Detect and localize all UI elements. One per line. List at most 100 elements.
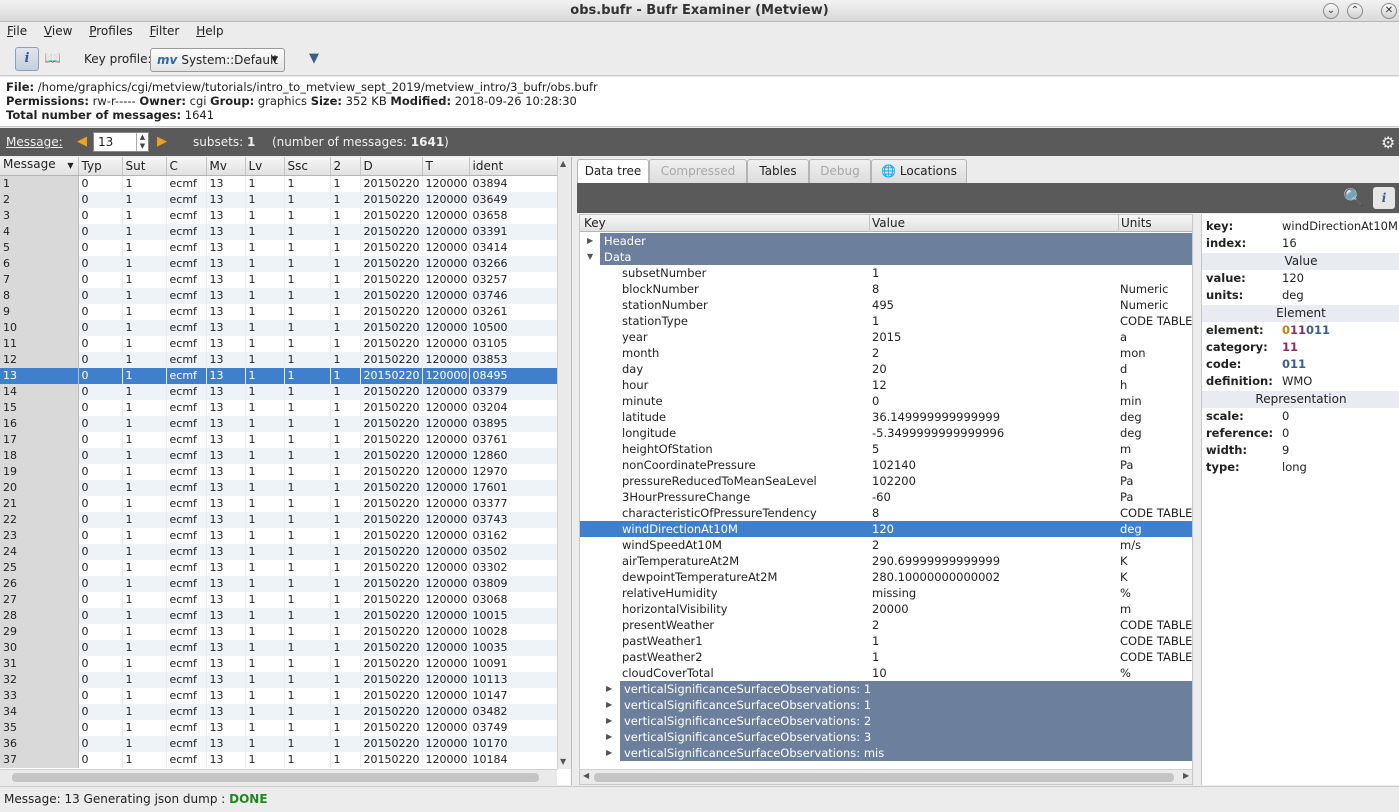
tree-hscrollbar[interactable]: ◀ ▶	[580, 769, 1192, 784]
msg-col-header[interactable]: ident	[469, 157, 558, 176]
close-button[interactable]: ✕	[1381, 3, 1397, 19]
msg-col-header[interactable]: Lv	[245, 157, 285, 176]
collapse-icon[interactable]: ▼	[580, 249, 600, 265]
table-row[interactable]: 4 0 1 ecmf 13 1 1 1 20150220 120000 03391	[0, 223, 558, 240]
tree-row[interactable]: stationType 1 CODE TABLE	[580, 313, 1192, 329]
tree-group-data[interactable]: ▼ Data	[580, 249, 1192, 265]
tree-row[interactable]: pressureReducedToMeanSeaLevel 102200 Pa	[580, 473, 1192, 489]
table-row[interactable]: 33 0 1 ecmf 13 1 1 1 20150220 120000 10147	[0, 687, 558, 704]
next-message-icon[interactable]: ▶	[157, 134, 167, 149]
msg-col-header[interactable]: Mv	[206, 157, 246, 176]
tree-row[interactable]: longitude -5.3499999999999996 deg	[580, 425, 1192, 441]
table-row[interactable]: 31 0 1 ecmf 13 1 1 1 20150220 120000 10091	[0, 655, 558, 672]
expand-icon[interactable]: ▶	[606, 681, 612, 697]
tree-row[interactable]: year 2015 a	[580, 329, 1192, 345]
tab-compressed[interactable]: Compressed	[649, 159, 747, 183]
scroll-right-icon[interactable]: ▶	[1183, 771, 1189, 780]
table-row[interactable]: 11 0 1 ecmf 13 1 1 1 20150220 120000 03105	[0, 335, 558, 352]
table-row[interactable]: 2 0 1 ecmf 13 1 1 1 20150220 120000 03649	[0, 191, 558, 208]
msg-col-header[interactable]: Typ	[78, 157, 123, 176]
table-row[interactable]: 15 0 1 ecmf 13 1 1 1 20150220 120000 03204	[0, 399, 558, 416]
tree-subgroup[interactable]: ▶ verticalSignificanceSurfaceObservations…	[580, 729, 1192, 745]
table-row[interactable]: 24 0 1 ecmf 13 1 1 1 20150220 120000 03502	[0, 543, 558, 560]
table-row[interactable]: 6 0 1 ecmf 13 1 1 1 20150220 120000 03266	[0, 255, 558, 272]
prev-message-icon[interactable]: ◀	[77, 134, 87, 149]
tree-row[interactable]: characteristicOfPressureTendency 8 CODE TA…	[580, 505, 1192, 521]
tree-row[interactable]: windSpeedAt10M 2 m/s	[580, 537, 1192, 553]
table-row[interactable]: 22 0 1 ecmf 13 1 1 1 20150220 120000 03743	[0, 511, 558, 528]
tree-row[interactable]: dewpointTemperatureAt2M 280.1000000000000…	[580, 569, 1192, 585]
table-row[interactable]: 19 0 1 ecmf 13 1 1 1 20150220 120000 12970	[0, 463, 558, 480]
menu-file[interactable]: File	[0, 22, 33, 38]
expand-icon[interactable]: ▶	[606, 713, 612, 729]
menu-view[interactable]: View	[37, 22, 78, 38]
tree-row[interactable]: minute 0 min	[580, 393, 1192, 409]
tab-debug[interactable]: Debug	[809, 159, 871, 183]
msg-col-header[interactable]: 2	[330, 157, 361, 176]
tree-subgroup[interactable]: ▶ verticalSignificanceSurfaceObservations…	[580, 697, 1192, 713]
tab-tables[interactable]: Tables	[747, 159, 809, 183]
table-row[interactable]: 28 0 1 ecmf 13 1 1 1 20150220 120000 10015	[0, 607, 558, 624]
expand-icon[interactable]: ▶	[580, 233, 600, 249]
tree-row[interactable]: relativeHumidity missing%	[580, 585, 1192, 601]
table-row[interactable]: 35 0 1 ecmf 13 1 1 1 20150220 120000 03749	[0, 719, 558, 736]
table-row[interactable]: 3 0 1 ecmf 13 1 1 1 20150220 120000 03658	[0, 207, 558, 224]
docs-button[interactable]: 📖	[41, 47, 65, 71]
msg-col-header[interactable]: D	[360, 157, 423, 176]
tree-subgroup[interactable]: ▶ verticalSignificanceSurfaceObservations…	[580, 713, 1192, 729]
tree-row[interactable]: horizontalVisibility 20000 m	[580, 601, 1192, 617]
scroll-left-icon[interactable]: ◀	[583, 771, 589, 780]
expand-icon[interactable]: ▶	[606, 697, 612, 713]
search-icon[interactable]: 🔍	[1343, 188, 1364, 208]
table-row[interactable]: 34 0 1 ecmf 13 1 1 1 20150220 120000 03482	[0, 703, 558, 720]
hscroll-thumb[interactable]	[12, 773, 539, 782]
table-row[interactable]: 9 0 1 ecmf 13 1 1 1 20150220 120000 03261	[0, 303, 558, 320]
table-row[interactable]: 7 0 1 ecmf 13 1 1 1 20150220 120000 03257	[0, 271, 558, 288]
scroll-up-icon[interactable]: ▲	[560, 159, 566, 168]
col-value[interactable]: Value	[872, 216, 905, 230]
msg-col-header[interactable]: T	[422, 157, 470, 176]
table-row[interactable]: 30 0 1 ecmf 13 1 1 1 20150220 120000 10035	[0, 639, 558, 656]
tree-row[interactable]: pastWeather1 1 CODE TABLE	[580, 633, 1192, 649]
tree-hscroll-thumb[interactable]	[594, 773, 1174, 782]
scroll-down-icon[interactable]: ▼	[560, 757, 566, 766]
table-row[interactable]: 18 0 1 ecmf 13 1 1 1 20150220 120000 12860	[0, 447, 558, 464]
message-spinbox[interactable]: 13 ▲ ▼	[93, 132, 149, 152]
tree-row[interactable]: latitude 36.149999999999999 deg	[580, 409, 1192, 425]
msg-col-header[interactable]: Sut	[122, 157, 167, 176]
table-row[interactable]: 14 0 1 ecmf 13 1 1 1 20150220 120000 03379	[0, 383, 558, 400]
table-row[interactable]: 27 0 1 ecmf 13 1 1 1 20150220 120000 03068	[0, 591, 558, 608]
table-row[interactable]: 17 0 1 ecmf 13 1 1 1 20150220 120000 03761	[0, 431, 558, 448]
minimize-button[interactable]: ⌄	[1323, 3, 1339, 19]
expand-icon[interactable]: ▶	[606, 729, 612, 745]
table-row[interactable]: 25 0 1 ecmf 13 1 1 1 20150220 120000 03302	[0, 559, 558, 576]
filter-button[interactable]: ▼	[302, 47, 326, 71]
message-table-vscrollbar[interactable]: ▲ ▼	[557, 157, 571, 769]
table-row[interactable]: 36 0 1 ecmf 13 1 1 1 20150220 120000 10170	[0, 735, 558, 752]
table-row[interactable]: 10 0 1 ecmf 13 1 1 1 20150220 120000 10500	[0, 319, 558, 336]
tree-row[interactable]: cloudCoverTotal 10%	[580, 665, 1192, 681]
menu-filter[interactable]: Filter	[143, 22, 186, 38]
tree-subgroup[interactable]: ▶ verticalSignificanceSurfaceObservations…	[580, 681, 1192, 697]
table-row[interactable]: 21 0 1 ecmf 13 1 1 1 20150220 120000 03377	[0, 495, 558, 512]
tree-row[interactable]: presentWeather 2 CODE TABLE	[580, 617, 1192, 633]
table-row[interactable]: 32 0 1 ecmf 13 1 1 1 20150220 120000 10113	[0, 671, 558, 688]
tree-row[interactable]: stationNumber 495 Numeric	[580, 297, 1192, 313]
tree-group-header[interactable]: ▶ Header	[580, 233, 1192, 249]
table-row[interactable]: 12 0 1 ecmf 13 1 1 1 20150220 120000 03853	[0, 351, 558, 368]
table-row[interactable]: 37 0 1 ecmf 13 1 1 1 20150220 120000 10184	[0, 751, 558, 768]
table-row[interactable]: 23 0 1 ecmf 13 1 1 1 20150220 120000 03162	[0, 527, 558, 544]
tree-row[interactable]: nonCoordinatePressure 102140 Pa	[580, 457, 1192, 473]
key-profile-select[interactable]: mv System::Default ▼	[150, 48, 285, 72]
tree-row[interactable]: blockNumber 8 Numeric	[580, 281, 1192, 297]
table-row[interactable]: 16 0 1 ecmf 13 1 1 1 20150220 120000 03895	[0, 415, 558, 432]
tree-row[interactable]: airTemperatureAt2M 290.69999999999999 K	[580, 553, 1192, 569]
msg-col-header[interactable]: Message ▼	[0, 157, 79, 176]
info-icon[interactable]: i	[1373, 187, 1395, 209]
tree-row[interactable]: heightOfStation 5 m	[580, 441, 1192, 457]
table-row[interactable]: 5 0 1 ecmf 13 1 1 1 20150220 120000 03414	[0, 239, 558, 256]
msg-col-header[interactable]: Ssc	[284, 157, 331, 176]
tree-row[interactable]: day 20 d	[580, 361, 1192, 377]
tree-subgroup[interactable]: ▶ verticalSignificanceSurfaceObservations…	[580, 745, 1192, 761]
col-units[interactable]: Units	[1121, 216, 1152, 230]
